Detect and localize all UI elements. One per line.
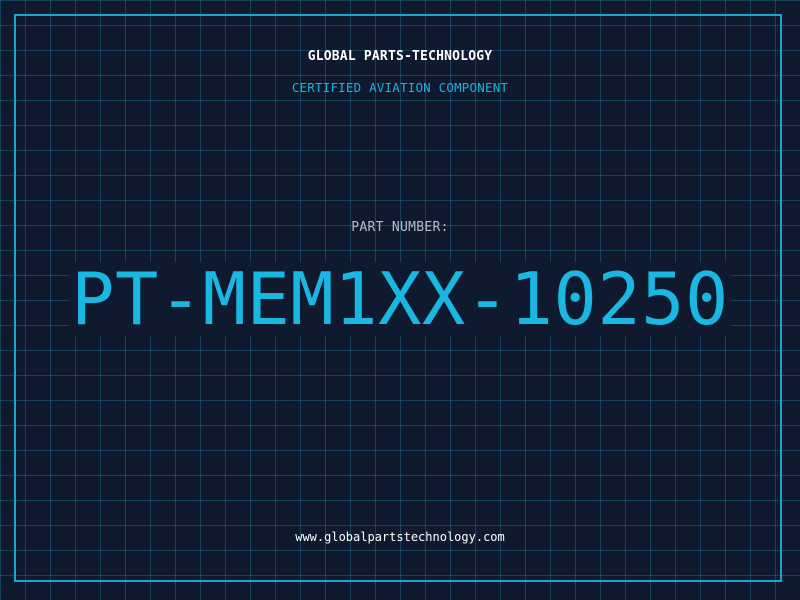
certification-subtitle: CERTIFIED AVIATION COMPONENT (291, 80, 509, 95)
company-name: GLOBAL PARTS-TECHNOLOGY (307, 49, 493, 64)
part-number-value: PT-MEM1XX-10250 (69, 257, 731, 341)
part-number-container: PT-MEM1XX-10250 (0, 262, 800, 336)
part-number-label: PART NUMBER: (351, 220, 449, 235)
website-url: www.globalpartstechnology.com (295, 530, 505, 544)
